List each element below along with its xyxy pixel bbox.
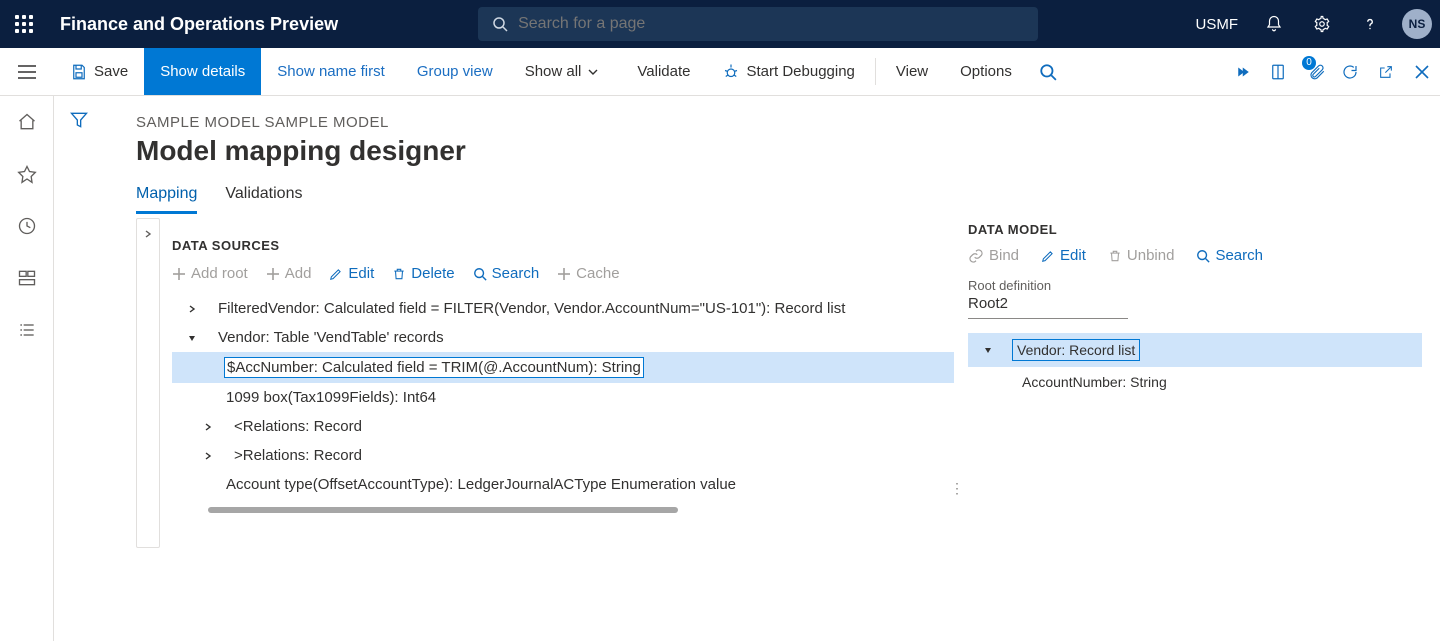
popout-icon[interactable] bbox=[1368, 48, 1404, 95]
collapse-datasource-types-panel[interactable] bbox=[136, 218, 160, 548]
caret-down-icon[interactable] bbox=[980, 345, 996, 355]
refresh-icon[interactable] bbox=[1332, 48, 1368, 95]
ds-search-button[interactable]: Search bbox=[473, 265, 540, 282]
caret-down-icon[interactable] bbox=[184, 333, 200, 343]
workspaces-icon[interactable] bbox=[15, 266, 39, 290]
tree-node-lt-relations[interactable]: <Relations: Record bbox=[172, 412, 954, 441]
start-debugging-button[interactable]: Start Debugging bbox=[706, 48, 870, 95]
link-icon bbox=[968, 248, 984, 264]
save-button[interactable]: Save bbox=[54, 48, 144, 95]
find-icon[interactable] bbox=[1028, 48, 1068, 95]
home-icon[interactable] bbox=[15, 110, 39, 134]
view-menu[interactable]: View bbox=[880, 48, 944, 95]
tree-node-tax1099[interactable]: 1099 box(Tax1099Fields): Int64 bbox=[172, 383, 954, 412]
start-debugging-label: Start Debugging bbox=[746, 63, 854, 80]
delete-button[interactable]: Delete bbox=[392, 265, 454, 282]
dm-edit-button[interactable]: Edit bbox=[1041, 247, 1086, 264]
filter-icon[interactable] bbox=[69, 110, 89, 641]
tree-node-filteredvendor[interactable]: FilteredVendor: Calculated field = FILTE… bbox=[172, 294, 954, 323]
data-sources-tree[interactable]: FilteredVendor: Calculated field = FILTE… bbox=[172, 294, 954, 499]
data-model-tree[interactable]: Vendor: Record list AccountNumber: Strin… bbox=[968, 333, 1422, 397]
settings-icon[interactable] bbox=[1302, 0, 1342, 48]
caret-right-icon[interactable] bbox=[184, 304, 200, 314]
search-icon bbox=[492, 16, 508, 32]
recent-icon[interactable] bbox=[15, 214, 39, 238]
search-icon bbox=[473, 267, 487, 281]
global-search-input[interactable] bbox=[518, 15, 1024, 33]
tree-node-accnumber[interactable]: $AccNumber: Calculated field = TRIM(@.Ac… bbox=[172, 352, 954, 383]
dm-node-accountnumber[interactable]: AccountNumber: String bbox=[968, 367, 1422, 397]
data-model-heading: DATA MODEL bbox=[968, 222, 1422, 237]
show-all-label: Show all bbox=[525, 63, 582, 80]
legal-entity-label[interactable]: USMF bbox=[1196, 16, 1239, 33]
office-addin-icon[interactable] bbox=[1260, 48, 1296, 95]
user-avatar[interactable]: NS bbox=[1402, 9, 1432, 39]
caret-right-icon[interactable] bbox=[200, 422, 216, 432]
unbind-button[interactable]: Unbind bbox=[1108, 247, 1175, 264]
nav-toggle-icon[interactable] bbox=[0, 48, 54, 95]
show-all-dropdown[interactable]: Show all bbox=[509, 48, 622, 95]
attachments-button[interactable]: 0 bbox=[1296, 48, 1332, 95]
options-menu[interactable]: Options bbox=[944, 48, 1028, 95]
cache-button[interactable]: Cache bbox=[557, 265, 619, 282]
tree-node-vendor[interactable]: Vendor: Table 'VendTable' records bbox=[172, 323, 954, 352]
app-title: Finance and Operations Preview bbox=[60, 14, 338, 35]
page-title: Model mapping designer bbox=[136, 135, 1440, 167]
trash-icon bbox=[1108, 249, 1122, 263]
root-definition-label: Root definition bbox=[968, 278, 1422, 293]
group-view-button[interactable]: Group view bbox=[401, 48, 509, 95]
tab-mapping[interactable]: Mapping bbox=[136, 185, 197, 214]
app-launcher-icon[interactable] bbox=[0, 0, 48, 48]
chevron-down-icon bbox=[587, 66, 599, 78]
add-root-button[interactable]: Add root bbox=[172, 265, 248, 282]
horizontal-scrollbar[interactable] bbox=[208, 507, 678, 513]
modules-icon[interactable] bbox=[15, 318, 39, 342]
notifications-icon[interactable] bbox=[1254, 0, 1294, 48]
pencil-icon bbox=[1041, 249, 1055, 263]
attachments-count: 0 bbox=[1302, 56, 1316, 70]
search-icon bbox=[1196, 249, 1210, 263]
edit-button[interactable]: Edit bbox=[329, 265, 374, 282]
breadcrumb: SAMPLE MODEL SAMPLE MODEL bbox=[136, 114, 1440, 131]
trash-icon bbox=[392, 267, 406, 281]
show-details-button[interactable]: Show details bbox=[144, 48, 261, 95]
bind-button[interactable]: Bind bbox=[968, 247, 1019, 264]
dm-search-button[interactable]: Search bbox=[1196, 247, 1263, 264]
tree-node-accounttype[interactable]: Account type(OffsetAccountType): LedgerJ… bbox=[172, 470, 954, 499]
caret-right-icon[interactable] bbox=[200, 451, 216, 461]
save-label: Save bbox=[94, 63, 128, 80]
validate-button[interactable]: Validate bbox=[621, 48, 706, 95]
data-sources-heading: DATA SOURCES bbox=[172, 238, 954, 253]
debug-icon bbox=[722, 63, 740, 81]
show-name-first-button[interactable]: Show name first bbox=[261, 48, 401, 95]
add-button[interactable]: Add bbox=[266, 265, 312, 282]
help-icon[interactable] bbox=[1350, 0, 1390, 48]
pencil-icon bbox=[329, 267, 343, 281]
favorites-icon[interactable] bbox=[15, 162, 39, 186]
tab-validations[interactable]: Validations bbox=[225, 185, 302, 214]
dm-node-vendor[interactable]: Vendor: Record list bbox=[968, 333, 1422, 367]
tree-node-gt-relations[interactable]: >Relations: Record bbox=[172, 441, 954, 470]
add-in-icon[interactable] bbox=[1224, 48, 1260, 95]
root-definition-value[interactable]: Root2 bbox=[968, 293, 1128, 319]
global-search[interactable] bbox=[478, 7, 1038, 41]
close-icon[interactable] bbox=[1404, 48, 1440, 95]
